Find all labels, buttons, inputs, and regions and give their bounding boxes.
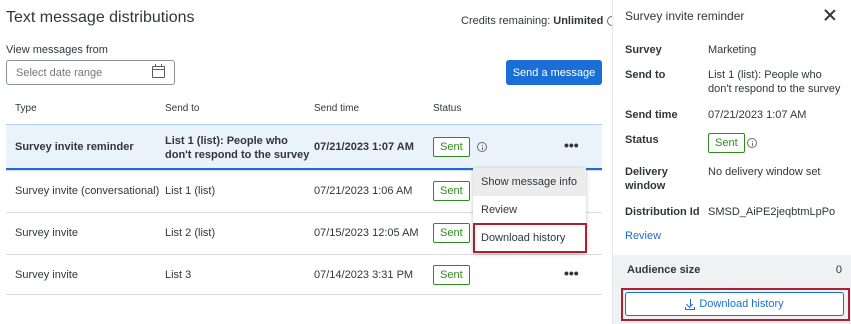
send-time-label: Send time <box>625 109 678 121</box>
details-panel: Survey invite reminder Survey Marketing … <box>612 0 851 324</box>
status-badge: Sent <box>433 265 470 285</box>
credits-remaining: Credits remaining: Unlimited <box>461 15 618 27</box>
info-icon[interactable] <box>477 142 487 152</box>
survey-label: Survey <box>625 44 662 56</box>
info-icon[interactable] <box>747 138 757 148</box>
row-send-to: List 1 (list) <box>165 185 216 197</box>
send-message-button[interactable]: Send a message <box>506 60 602 85</box>
audience-size-label: Audience size <box>627 264 701 276</box>
table-row[interactable]: Survey invite List 3 07/14/2023 3:31 PM … <box>6 254 602 294</box>
audience-size-value: 0 <box>835 264 842 276</box>
panel-title: Survey invite reminder <box>625 9 745 23</box>
table-divider <box>6 294 602 295</box>
row-type: Survey invite reminder <box>15 141 134 153</box>
table-row[interactable]: Survey invite reminder List 1 (list): Pe… <box>6 124 602 170</box>
row-send-to: List 1 (list): People who don't respond … <box>165 135 310 161</box>
send-to-label: Send to <box>625 69 666 81</box>
status-badge: Sent <box>433 223 470 243</box>
column-header-send-to: Send to <box>165 103 200 114</box>
row-send-to: List 2 (list) <box>165 227 216 239</box>
status-badge: Sent <box>708 133 745 153</box>
delivery-window-label: Delivery window <box>625 166 668 192</box>
column-header-type: Type <box>15 103 37 114</box>
row-send-to: List 3 <box>165 269 192 281</box>
status-badge: Sent <box>433 181 470 201</box>
row-type: Survey invite <box>15 227 78 239</box>
audience-section: Audience size 0 Download history <box>613 255 851 324</box>
distribution-id-value: SMSD_AiPE2jeqbtmLpPo <box>708 206 836 218</box>
send-time-value: 07/21/2023 1:07 AM <box>708 109 807 121</box>
distribution-id-label: Distribution Id <box>625 206 700 218</box>
row-type: Survey invite <box>15 269 78 281</box>
credits-value: Unlimited <box>553 15 604 27</box>
menu-item-show-message-info[interactable]: Show message info <box>473 168 586 196</box>
row-type: Survey invite (conversational) <box>15 185 160 197</box>
more-options-icon[interactable]: ••• <box>564 137 579 153</box>
more-options-icon[interactable]: ••• <box>564 265 579 281</box>
highlight-box <box>473 223 587 253</box>
status-badge: Sent <box>433 137 470 157</box>
view-messages-label: View messages from <box>6 44 108 56</box>
status-label: Status <box>625 134 659 146</box>
row-send-time: 07/21/2023 1:07 AM <box>314 141 414 153</box>
main-panel: Text message distributions Credits remai… <box>0 0 618 324</box>
page-title: Text message distributions <box>6 9 195 26</box>
date-range-input[interactable] <box>6 60 175 85</box>
highlight-box <box>621 288 850 321</box>
delivery-window-value: No delivery window set <box>708 166 821 178</box>
row-send-time: 07/21/2023 1:06 AM <box>314 185 413 197</box>
review-link[interactable]: Review <box>625 230 661 242</box>
row-send-time: 07/15/2023 12:05 AM <box>314 227 419 239</box>
row-send-time: 07/14/2023 3:31 PM <box>314 269 414 281</box>
menu-item-review[interactable]: Review <box>473 196 586 224</box>
send-to-value: List 1 (list): People who don't respond … <box>708 69 841 95</box>
column-header-send-time: Send time <box>314 103 360 114</box>
column-header-status: Status <box>433 103 462 114</box>
survey-value: Marketing <box>708 44 757 56</box>
calendar-icon[interactable] <box>152 64 165 78</box>
close-icon[interactable] <box>824 9 836 21</box>
credits-label: Credits remaining: <box>461 15 551 27</box>
